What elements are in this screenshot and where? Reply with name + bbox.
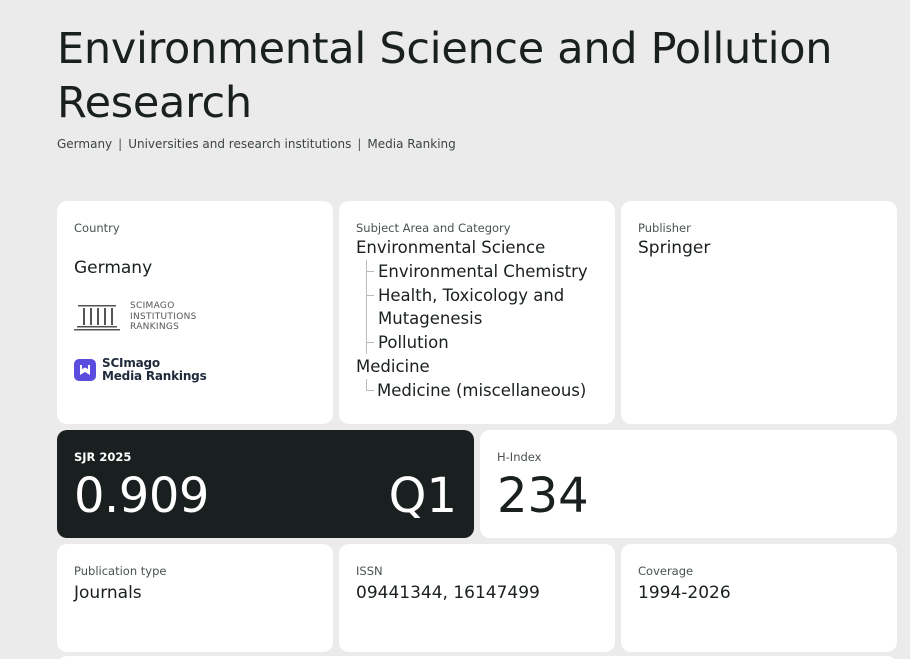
h-index-value: 234 xyxy=(497,468,589,524)
breadcrumb-separator: | xyxy=(357,137,362,151)
sjr-value: 0.909 xyxy=(74,468,209,524)
breadcrumb-institutions-link[interactable]: Universities and research institutions xyxy=(128,137,351,151)
category-pollution[interactable]: Pollution xyxy=(367,331,598,355)
breadcrumb-separator: | xyxy=(118,137,123,151)
sjr-card: SJR 2025 0.909 Q1 xyxy=(57,430,474,538)
quartile-badge: Q1 xyxy=(388,468,457,524)
publisher-card: Publisher Springer xyxy=(621,201,897,424)
subject-area-environmental-science[interactable]: Environmental Science xyxy=(356,237,598,259)
institutions-logo-text: SCIMAGO INSTITUTIONS RANKINGS xyxy=(130,301,197,332)
issn-card: ISSN 09441344, 16147499 xyxy=(339,544,615,652)
category-environmental-chemistry[interactable]: Environmental Chemistry xyxy=(367,260,598,284)
institution-pillars-icon xyxy=(74,304,120,331)
media-logo-text: SCImago Media Rankings xyxy=(102,355,207,383)
subject-area-medicine[interactable]: Medicine xyxy=(356,356,598,378)
sjr-label: SJR 2025 xyxy=(74,450,132,464)
country-value: Germany xyxy=(74,258,153,278)
breadcrumb-country-link[interactable]: Germany xyxy=(57,137,112,151)
publisher-value[interactable]: Springer xyxy=(638,237,880,259)
publication-type-label: Publication type xyxy=(74,564,167,578)
country-label: Country xyxy=(74,221,120,235)
category-medicine-misc[interactable]: Medicine (miscellaneous) xyxy=(366,379,598,403)
country-card: Country Germany SCIMAGO INSTITUTIONS RAN… xyxy=(57,201,333,424)
category-list: Environmental Chemistry Health, Toxicolo… xyxy=(366,260,598,354)
coverage-value: 1994-2026 xyxy=(638,583,731,603)
category-health-toxicology[interactable]: Health, Toxicology and Mutagenesis xyxy=(367,284,598,331)
scimago-media-rankings-link[interactable]: SCImago Media Rankings xyxy=(74,355,316,383)
breadcrumb: Germany | Universities and research instit… xyxy=(57,137,456,151)
h-index-card: H-Index 234 xyxy=(480,430,897,538)
publisher-label: Publisher xyxy=(638,221,691,235)
media-bookmark-icon xyxy=(74,358,96,381)
coverage-label: Coverage xyxy=(638,564,694,578)
page-title: Environmental Science and Pollution Rese… xyxy=(57,24,833,128)
subject-area-label: Subject Area and Category xyxy=(356,221,511,235)
publication-type-value: Journals xyxy=(74,583,142,603)
publication-type-card: Publication type Journals xyxy=(57,544,333,652)
h-index-label: H-Index xyxy=(497,450,542,464)
breadcrumb-media-ranking-link[interactable]: Media Ranking xyxy=(367,137,455,151)
coverage-card: Coverage 1994-2026 xyxy=(621,544,897,652)
scimago-institutions-rankings-link[interactable]: SCIMAGO INSTITUTIONS RANKINGS xyxy=(74,301,316,333)
issn-label: ISSN xyxy=(356,564,383,578)
category-list: Medicine (miscellaneous) xyxy=(366,379,598,403)
issn-value: 09441344, 16147499 xyxy=(356,583,540,603)
subject-area-card: Subject Area and Category Environmental … xyxy=(339,201,615,424)
